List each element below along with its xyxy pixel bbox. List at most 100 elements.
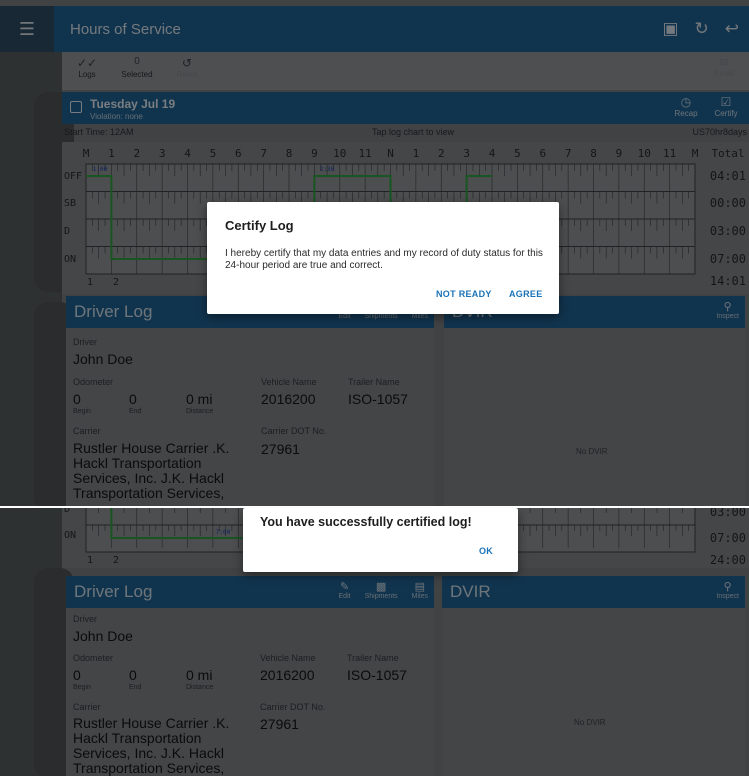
hour-label: 10 xyxy=(333,147,346,160)
hour-label: 11 xyxy=(359,147,372,160)
trailer-label: Trailer Name xyxy=(347,653,399,663)
hour-label: 8 xyxy=(590,147,597,160)
trailer-value: ISO-1057 xyxy=(347,667,407,683)
menu-button[interactable]: ☰ xyxy=(0,6,54,52)
shipments-label: Shipments xyxy=(364,593,398,600)
shipments-button[interactable]: ▩Shipments xyxy=(365,580,398,600)
agree-button[interactable]: AGREE xyxy=(509,289,543,299)
inspect-button[interactable]: ⚲ Inspect xyxy=(716,580,739,600)
hour-label: 8 xyxy=(286,147,293,160)
start-time: Start Time: 12AM xyxy=(64,127,134,137)
vehicle-value: 2016200 xyxy=(261,391,316,407)
odometer-distance: 0 mi xyxy=(186,667,213,683)
odometer-label: Odometer xyxy=(73,653,114,663)
email-button[interactable]: ✉ Email xyxy=(699,52,749,78)
edit-label: Edit xyxy=(338,313,351,320)
reset-button[interactable]: ↺ Reset xyxy=(162,52,212,79)
selected-count: 0 xyxy=(134,56,140,67)
email-label: Email xyxy=(713,69,734,78)
refresh-icon[interactable]: ↻ xyxy=(695,19,709,39)
certify-dialog: Certify Log I hereby certify that my dat… xyxy=(207,202,559,314)
hour-label: 11 xyxy=(663,147,676,160)
pencil-icon: ✎ xyxy=(339,581,350,593)
row-total: 00:00 xyxy=(710,196,746,210)
certify-dialog-title: Certify Log xyxy=(225,218,294,233)
odometer-begin: 0 xyxy=(73,391,81,407)
driver-log-header: Driver Log ✎Edit ▩Shipments ▤Miles xyxy=(66,576,434,608)
hour-label: 5 xyxy=(514,147,521,160)
duration-marker: 2:30 xyxy=(320,166,335,173)
success-dialog: You have successfully certified log! OK xyxy=(243,508,518,572)
row-label: ON xyxy=(64,530,76,541)
row-total: 03:00 xyxy=(710,508,746,519)
row-label: SB xyxy=(64,198,76,209)
miles-button[interactable]: ▤Miles xyxy=(412,580,428,600)
hour-label: 9 xyxy=(616,147,623,160)
not-ready-button[interactable]: NOT READY xyxy=(436,289,492,299)
edit-label: Edit xyxy=(338,593,351,600)
success-message: You have successfully certified log! xyxy=(260,515,472,529)
driver-log-title: Driver Log xyxy=(74,302,153,321)
total-label: Total xyxy=(711,147,744,160)
odometer-begin: 0 xyxy=(73,667,81,683)
export-icon[interactable]: ▣ xyxy=(662,19,678,39)
certify-dialog-message: I hereby certify that my data entries an… xyxy=(225,248,543,271)
certify-icon: ☑ xyxy=(720,95,732,109)
driver-name: John Doe xyxy=(73,628,133,644)
inspect-button[interactable]: ⚲ Inspect xyxy=(716,300,739,320)
day-date: Tuesday Jul 19 xyxy=(90,97,176,111)
row-total: 07:00 xyxy=(710,531,746,545)
hour-label: 6 xyxy=(539,147,546,160)
row-label: OFF xyxy=(64,171,82,182)
recap-label: Recap xyxy=(674,109,698,118)
day-select-checkbox[interactable] xyxy=(70,101,82,113)
page-label: 1 xyxy=(87,277,93,288)
row-label: ON xyxy=(64,254,76,265)
hour-label: 2 xyxy=(438,147,445,160)
hour-label: 3 xyxy=(463,147,470,160)
begin-label: Begin xyxy=(73,684,91,691)
hour-label: M xyxy=(83,147,90,160)
carrier-value: Rustler House Carrier .K. Hackl Transpor… xyxy=(73,715,230,776)
dvir-panel: DVIR ⚲Inspect No DVIR xyxy=(442,576,745,776)
reset-icon: ↺ xyxy=(181,56,193,70)
selected-label: Selected xyxy=(121,70,153,79)
dot-label: Carrier DOT No. xyxy=(261,426,327,436)
chart-hint: Tap log chart to view xyxy=(371,127,455,137)
carrier-label: Carrier xyxy=(73,426,101,436)
distance-label: Distance xyxy=(186,684,214,691)
logs-button[interactable]: ✓✓ Logs xyxy=(62,52,112,79)
hamburger-icon: ☰ xyxy=(18,18,36,39)
vehicle-label: Vehicle Name xyxy=(260,653,316,663)
row-label: D xyxy=(64,508,70,515)
logout-icon[interactable]: ↩ xyxy=(725,19,739,39)
dvir-panel: DVIR ⚲Inspect No DVIR xyxy=(444,296,745,508)
certify-label: Certify xyxy=(714,109,738,118)
certify-screen: ☰ Hours of Service ▣ ↻ ↩ ✓✓ Logs 0 Selec… xyxy=(0,0,749,508)
left-rail xyxy=(0,52,74,508)
hour-label: 3 xyxy=(159,147,166,160)
dvir-title: DVIR xyxy=(450,582,491,601)
vehicle-value: 2016200 xyxy=(260,667,315,683)
driver-label: Driver xyxy=(73,337,97,347)
hour-label: 2 xyxy=(133,147,140,160)
certify-button[interactable]: ☑ Certify xyxy=(709,95,743,118)
inspect-label: Inspect xyxy=(716,593,739,600)
carrier-label: Carrier xyxy=(73,702,101,712)
odometer-end: 0 xyxy=(129,667,137,683)
row-total: 03:00 xyxy=(710,224,746,238)
hour-label: 7 xyxy=(260,147,267,160)
edit-button[interactable]: ✎Edit xyxy=(339,580,351,600)
driver-label: Driver xyxy=(73,614,97,624)
odometer-distance: 0 mi xyxy=(186,391,213,407)
recap-button[interactable]: ◷ Recap xyxy=(669,95,703,118)
hour-label: 6 xyxy=(235,147,242,160)
distance-label: Distance xyxy=(186,408,214,415)
left-rail xyxy=(0,508,74,776)
ok-button[interactable]: OK xyxy=(479,546,493,556)
grand-total: 24:00 xyxy=(710,553,746,567)
page-label: 2 xyxy=(113,277,119,288)
duration-marker: 1:00 xyxy=(93,166,108,173)
app-title: Hours of Service xyxy=(70,20,181,38)
driver-log-panel: Driver Log ✎Edit ▩Shipments ▤Miles Drive… xyxy=(66,576,434,776)
